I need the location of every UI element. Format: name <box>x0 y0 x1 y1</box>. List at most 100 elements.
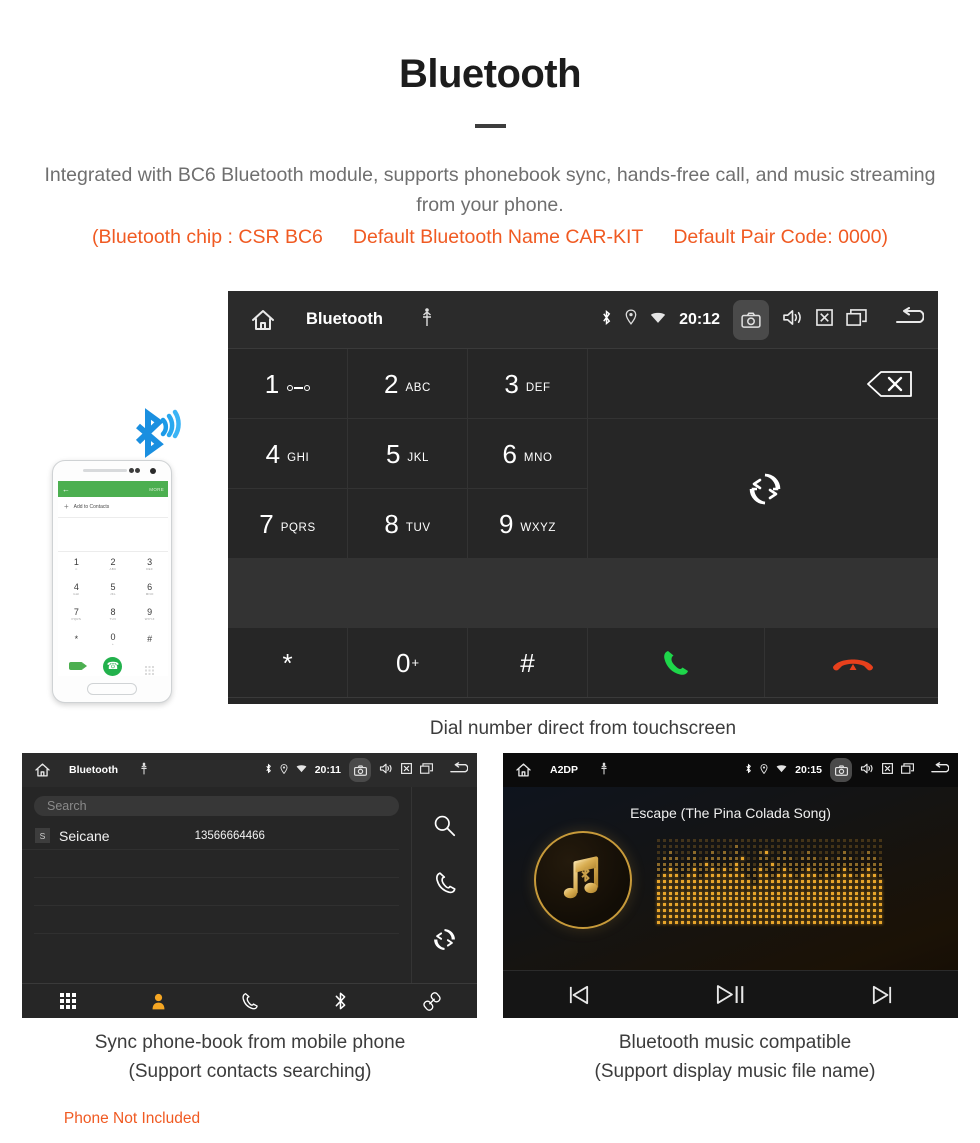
equalizer-dot <box>860 885 864 889</box>
equalizer-dot <box>716 920 720 924</box>
equalizer-dot <box>848 839 852 843</box>
equalizer-dot <box>818 885 822 889</box>
equalizer-dot <box>758 868 762 872</box>
dial-key-6[interactable]: 6 MNO <box>468 419 587 488</box>
dial-key-1[interactable]: 1 <box>228 349 347 418</box>
hangup-button[interactable] <box>765 628 938 697</box>
equalizer-dot <box>680 920 684 924</box>
contact-row[interactable]: S Seicane 13566664466 <box>22 822 399 850</box>
equalizer-dot <box>740 874 744 878</box>
recents-icon[interactable] <box>901 763 914 777</box>
equalizer-dot <box>794 920 798 924</box>
home-icon[interactable] <box>515 762 532 778</box>
volume-icon[interactable] <box>782 309 803 331</box>
contact-number: 13566664466 <box>194 829 265 842</box>
phone-screen: ← MORE + Add to Contacts 1 ∞ 2 ABC 3 DEF 4G… <box>58 481 168 676</box>
equalizer-dot <box>692 920 696 924</box>
equalizer-dot <box>692 874 696 878</box>
back-icon[interactable] <box>449 762 469 778</box>
wifi-icon <box>776 764 787 776</box>
equalizer-dot <box>728 868 732 872</box>
close-box-icon[interactable] <box>401 763 412 777</box>
back-icon[interactable] <box>930 762 950 778</box>
camera-icon[interactable] <box>733 299 769 340</box>
equalizer-dot <box>710 914 714 918</box>
nav-dialpad[interactable] <box>22 993 113 1009</box>
equalizer-dot <box>680 903 684 907</box>
equalizer-dot <box>794 879 798 883</box>
dial-key-hash[interactable]: # <box>468 628 587 697</box>
equalizer-dot <box>854 903 858 907</box>
phonebook-navbar <box>22 983 477 1018</box>
dial-key-3[interactable]: 3 DEF <box>468 349 587 418</box>
dial-key-star[interactable]: * <box>228 628 347 697</box>
equalizer-dot <box>860 908 864 912</box>
equalizer-dot <box>698 891 702 895</box>
home-icon[interactable] <box>250 308 276 332</box>
equalizer-dot <box>788 845 792 849</box>
equalizer-dot <box>848 891 852 895</box>
dial-key-number: 7 <box>259 508 274 539</box>
call-button[interactable] <box>588 628 764 697</box>
dial-key-7[interactable]: 7 PQRS <box>228 489 347 558</box>
recents-icon[interactable] <box>420 763 433 777</box>
equalizer-dot <box>854 839 858 843</box>
equalizer-dot <box>674 903 678 907</box>
add-to-contacts-label: Add to Contacts <box>73 504 110 510</box>
equalizer-dot <box>872 920 876 924</box>
equalizer-dot <box>866 908 870 912</box>
volume-icon[interactable] <box>379 763 393 777</box>
close-box-icon[interactable] <box>816 308 833 331</box>
equalizer-dot <box>812 862 816 866</box>
equalizer-dot <box>728 920 732 924</box>
contact-row-empty[interactable] <box>34 878 399 906</box>
phone-key: 7 PQRS <box>58 602 95 627</box>
close-box-icon[interactable] <box>882 763 893 777</box>
phone-icon[interactable] <box>434 871 456 899</box>
sync-icon[interactable] <box>433 928 456 956</box>
equalizer-dot <box>722 839 726 843</box>
contact-row-empty[interactable] <box>34 850 399 878</box>
equalizer-dot <box>836 850 840 854</box>
equalizer-dot <box>818 914 822 918</box>
equalizer-dot <box>728 879 732 883</box>
nav-contacts[interactable] <box>113 993 204 1010</box>
next-button[interactable] <box>806 985 958 1005</box>
equalizer-dot <box>656 862 660 866</box>
equalizer-dot <box>722 908 726 912</box>
equalizer-dot <box>860 914 864 918</box>
back-icon[interactable] <box>894 307 925 332</box>
camera-icon[interactable] <box>349 758 371 782</box>
volume-icon[interactable] <box>860 763 874 777</box>
equalizer-dot <box>668 920 672 924</box>
previous-button[interactable] <box>503 985 655 1005</box>
equalizer-dot <box>674 908 678 912</box>
dial-key-0[interactable]: 0 + <box>348 628 467 697</box>
equalizer-dot <box>746 868 750 872</box>
page-title: Bluetooth <box>398 52 582 96</box>
sync-contacts-button[interactable] <box>588 419 938 558</box>
equalizer-dot <box>734 862 738 866</box>
search-icon[interactable] <box>433 814 456 842</box>
search-input[interactable]: Search <box>34 796 399 816</box>
equalizer-dot <box>866 920 870 924</box>
backspace-button[interactable] <box>588 349 938 418</box>
nav-call-log[interactable] <box>204 992 295 1010</box>
dial-key-8[interactable]: 8 TUV <box>348 489 467 558</box>
contact-row-empty[interactable] <box>34 906 399 934</box>
camera-icon[interactable] <box>830 758 852 782</box>
nav-bluetooth[interactable] <box>295 991 386 1011</box>
dial-key-5[interactable]: 5 JKL <box>348 419 467 488</box>
equalizer-dot <box>848 908 852 912</box>
recents-icon[interactable] <box>846 308 867 331</box>
dial-key-9[interactable]: 9 WXYZ <box>468 489 587 558</box>
equalizer-dot <box>836 920 840 924</box>
equalizer-dot <box>668 839 672 843</box>
play-pause-button[interactable] <box>655 984 807 1005</box>
contact-row-empty[interactable] <box>34 934 399 962</box>
home-icon[interactable] <box>34 762 51 778</box>
equalizer-dot <box>746 891 750 895</box>
dial-key-2[interactable]: 2 ABC <box>348 349 467 418</box>
nav-pair-link[interactable] <box>386 991 477 1011</box>
dial-key-4[interactable]: 4 GHI <box>228 419 347 488</box>
